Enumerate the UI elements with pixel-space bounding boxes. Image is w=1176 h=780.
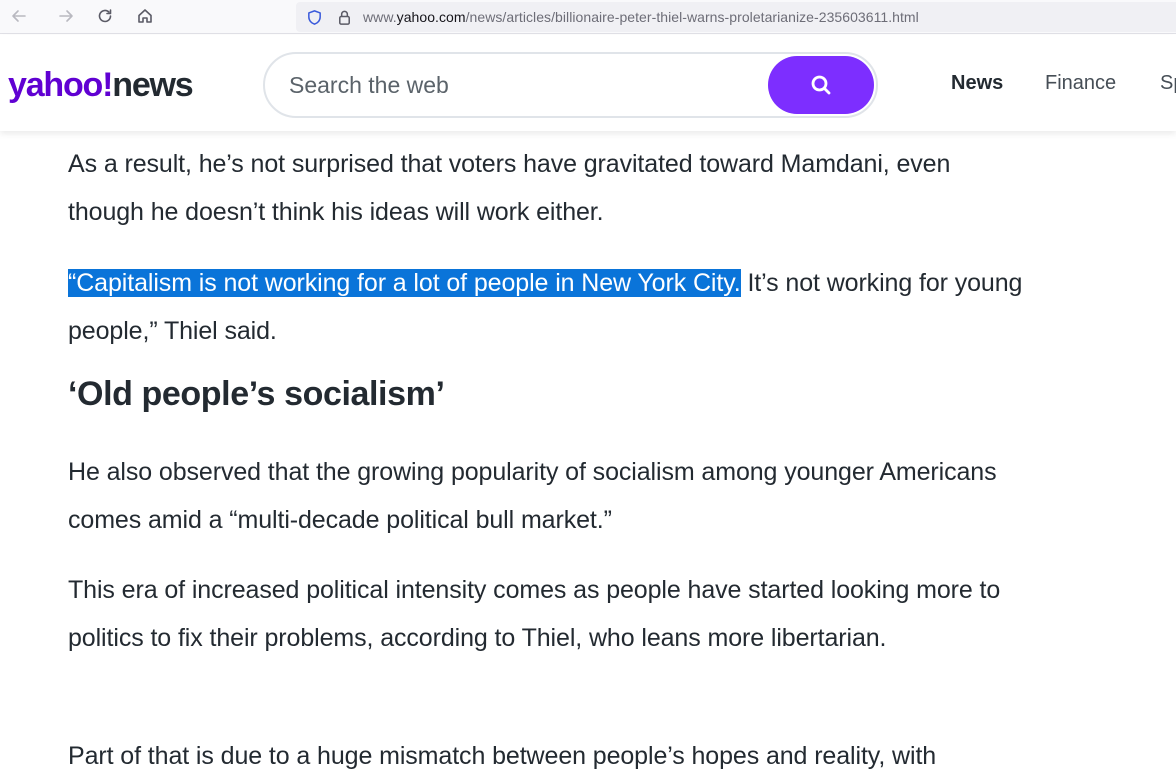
address-bar[interactable]: www.yahoo.com/news/articles/billionaire-…	[296, 2, 1176, 32]
search-box	[263, 52, 878, 118]
nav-item-news[interactable]: News	[951, 72, 1003, 95]
search-icon	[809, 73, 833, 97]
selected-text[interactable]: “Capitalism is not working for a lot of …	[68, 269, 741, 297]
search-button[interactable]	[768, 56, 874, 114]
shield-icon[interactable]	[305, 8, 323, 26]
yahoo-news-logo[interactable]: yahoo!news	[8, 65, 194, 105]
section-heading: ‘Old people’s socialism’	[68, 375, 445, 413]
home-icon[interactable]	[132, 3, 158, 29]
url-text[interactable]: www.yahoo.com/news/articles/billionaire-…	[363, 9, 919, 25]
forward-arrow-icon[interactable]	[53, 3, 79, 29]
nav-item-sports[interactable]: Sp	[1160, 72, 1176, 95]
back-arrow-icon[interactable]	[6, 3, 32, 29]
article-paragraph: He also observed that the growing popula…	[68, 458, 997, 534]
site-header: yahoo!news News Finance Sp	[0, 35, 1176, 131]
reload-icon[interactable]	[92, 3, 118, 29]
article-paragraph: Part of that is due to a huge mismatch b…	[68, 742, 937, 770]
article-paragraph-quote: “Capitalism is not working for a lot of …	[68, 259, 1028, 355]
article-paragraph: As a result, he’s not surprised that vot…	[68, 150, 951, 226]
nav-item-finance[interactable]: Finance	[1045, 72, 1116, 95]
article-paragraph: This era of increased political intensit…	[68, 576, 1001, 652]
browser-toolbar: www.yahoo.com/news/articles/billionaire-…	[0, 0, 1176, 34]
search-input[interactable]	[289, 66, 759, 104]
lock-icon[interactable]	[335, 8, 353, 26]
